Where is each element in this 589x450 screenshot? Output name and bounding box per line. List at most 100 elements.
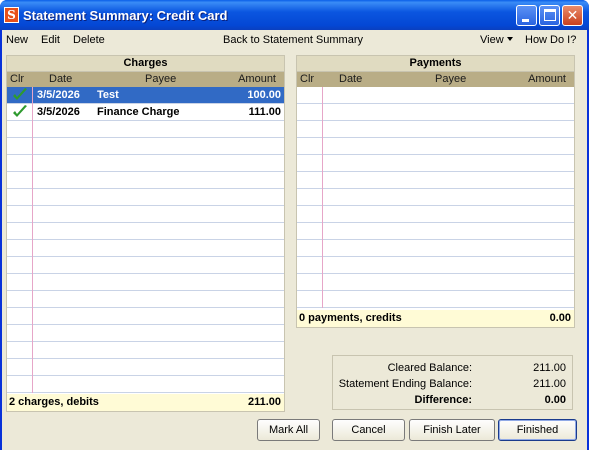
empty-row[interactable]	[7, 342, 284, 359]
window-title: Statement Summary: Credit Card	[23, 8, 228, 23]
col-amount[interactable]: Amount	[528, 73, 566, 85]
row-divider	[32, 257, 33, 274]
checkmark-icon[interactable]	[12, 88, 28, 102]
payments-total: 0 payments, credits 0.00	[297, 310, 574, 327]
row-divider	[32, 223, 33, 240]
row-divider	[322, 257, 323, 274]
col-clr[interactable]: Clr	[10, 73, 24, 85]
row-payee: Finance Charge	[97, 106, 180, 118]
row-divider	[32, 359, 33, 376]
maximize-button[interactable]	[539, 5, 560, 26]
minimize-button[interactable]	[516, 5, 537, 26]
row-divider	[32, 206, 33, 223]
close-icon: ✕	[566, 7, 579, 23]
empty-row[interactable]	[297, 257, 574, 274]
title-bar[interactable]: S Statement Summary: Credit Card ✕	[0, 0, 589, 30]
empty-row[interactable]	[297, 155, 574, 172]
menu-view[interactable]: View	[480, 34, 513, 46]
cleared-balance-value: 211.00	[533, 362, 566, 374]
charges-title: Charges	[7, 56, 284, 72]
row-divider	[32, 342, 33, 359]
chevron-down-icon	[506, 37, 513, 41]
statement-ending-balance-value: 211.00	[533, 378, 566, 390]
table-row[interactable]: 3/5/2026 Test 100.00	[7, 87, 284, 104]
empty-row[interactable]	[297, 240, 574, 257]
row-amount: 100.00	[247, 89, 281, 101]
row-divider	[32, 138, 33, 155]
row-divider	[32, 189, 33, 206]
maximize-icon	[544, 9, 556, 21]
cancel-button[interactable]: Cancel	[332, 419, 405, 441]
table-row[interactable]: 3/5/2026 Finance Charge 111.00	[7, 104, 284, 121]
empty-row[interactable]	[7, 359, 284, 376]
charges-panel: Charges Clr Date Payee Amount 3/5/2026 Te…	[6, 55, 285, 412]
empty-row[interactable]	[7, 189, 284, 206]
difference-label: Difference:	[414, 394, 472, 406]
payments-column-header: Clr Date Payee Amount	[297, 72, 574, 87]
empty-row[interactable]	[7, 376, 284, 393]
empty-row[interactable]	[7, 257, 284, 274]
empty-row[interactable]	[7, 121, 284, 138]
col-date[interactable]: Date	[339, 73, 362, 85]
checkmark-icon[interactable]	[12, 105, 28, 119]
row-payee: Test	[97, 89, 119, 101]
row-divider	[322, 206, 323, 223]
row-divider	[32, 308, 33, 325]
menu-back-to-statement-summary[interactable]: Back to Statement Summary	[223, 34, 363, 46]
row-divider	[32, 274, 33, 291]
row-divider	[322, 172, 323, 189]
empty-row[interactable]	[297, 121, 574, 138]
row-divider	[322, 189, 323, 206]
empty-row[interactable]	[7, 308, 284, 325]
row-divider	[32, 376, 33, 393]
empty-row[interactable]	[297, 291, 574, 308]
col-payee[interactable]: Payee	[145, 73, 176, 85]
payments-list	[297, 87, 574, 308]
menu-new[interactable]: New	[6, 34, 28, 46]
finish-later-button[interactable]: Finish Later	[409, 419, 495, 441]
statement-ending-balance-label: Statement Ending Balance:	[338, 378, 472, 390]
empty-row[interactable]	[7, 172, 284, 189]
empty-row[interactable]	[297, 189, 574, 206]
empty-row[interactable]	[7, 274, 284, 291]
finished-button[interactable]: Finished	[498, 419, 577, 441]
empty-row[interactable]	[7, 325, 284, 342]
row-divider	[32, 240, 33, 257]
empty-row[interactable]	[7, 223, 284, 240]
payments-total-label: 0 payments, credits	[299, 312, 402, 324]
row-divider	[32, 291, 33, 308]
empty-row[interactable]	[297, 274, 574, 291]
menu-delete[interactable]: Delete	[73, 34, 105, 46]
empty-row[interactable]	[297, 172, 574, 189]
col-date[interactable]: Date	[49, 73, 72, 85]
charges-total: 2 charges, debits 211.00	[7, 394, 284, 411]
empty-row[interactable]	[297, 223, 574, 240]
mark-all-button[interactable]: Mark All	[257, 419, 320, 441]
menu-how-do-i[interactable]: How Do I?	[525, 34, 576, 46]
empty-row[interactable]	[7, 240, 284, 257]
payments-title: Payments	[297, 56, 574, 72]
row-divider	[322, 121, 323, 138]
charges-list: 3/5/2026 Test 100.00 3/5/2026 Finance Charge…	[7, 87, 284, 393]
row-divider	[322, 223, 323, 240]
empty-row[interactable]	[7, 138, 284, 155]
empty-row[interactable]	[7, 206, 284, 223]
payments-panel: Payments Clr Date Payee Amount 0 payment…	[296, 55, 575, 328]
empty-row[interactable]	[7, 291, 284, 308]
row-divider	[32, 155, 33, 172]
empty-row[interactable]	[297, 87, 574, 104]
empty-row[interactable]	[7, 155, 284, 172]
payments-total-value: 0.00	[549, 312, 571, 324]
menu-edit[interactable]: Edit	[41, 34, 60, 46]
empty-row[interactable]	[297, 104, 574, 121]
col-payee[interactable]: Payee	[435, 73, 466, 85]
close-button[interactable]: ✕	[562, 5, 583, 26]
col-clr[interactable]: Clr	[300, 73, 314, 85]
empty-row[interactable]	[297, 206, 574, 223]
row-divider	[322, 240, 323, 257]
cleared-balance-label: Cleared Balance:	[387, 362, 472, 374]
window: S Statement Summary: Credit Card ✕ New E…	[0, 0, 589, 450]
col-amount[interactable]: Amount	[238, 73, 276, 85]
empty-row[interactable]	[297, 138, 574, 155]
row-date: 3/5/2026	[37, 89, 80, 101]
